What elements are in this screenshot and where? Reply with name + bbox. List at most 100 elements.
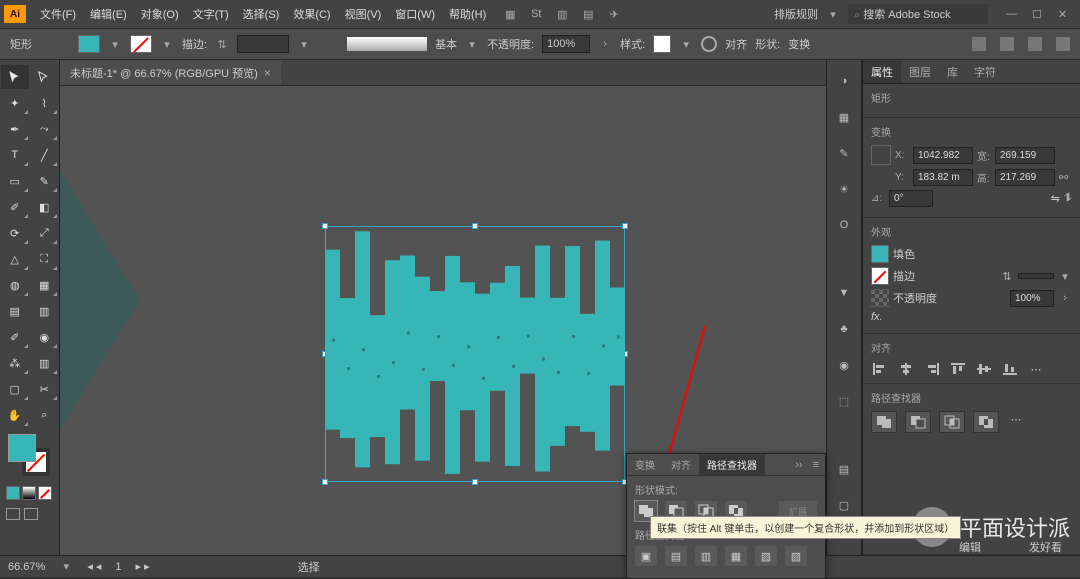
opacity-input[interactable]: 100% <box>542 35 590 53</box>
layout-dropdown-icon[interactable]: ▾ <box>826 7 840 21</box>
symbol-sprayer-tool[interactable]: ⁂ <box>1 351 29 375</box>
hand-tool[interactable]: ✋ <box>1 403 29 427</box>
menu-object[interactable]: 对象(O) <box>135 2 185 26</box>
stroke-dd-icon[interactable]: ▾ <box>160 37 174 51</box>
menu-window[interactable]: 窗口(W) <box>389 2 441 26</box>
pf-exclude-icon[interactable] <box>973 411 999 433</box>
lasso-tool[interactable]: ⌇ <box>31 91 59 115</box>
layout-rules-label[interactable]: 排版规则 <box>774 6 818 22</box>
artboard-index[interactable]: 1 <box>115 561 121 573</box>
magic-wand-tool[interactable]: ✦ <box>1 91 29 115</box>
menu-view[interactable]: 视图(V) <box>339 2 388 26</box>
brush-dd-icon[interactable]: ▾ <box>465 37 479 51</box>
width-tool[interactable]: △ <box>1 247 29 271</box>
shape2-link[interactable]: 形状: <box>755 36 780 52</box>
pf-merge-icon[interactable]: ▥ <box>695 546 717 566</box>
rocket-icon[interactable]: ✈ <box>606 6 622 22</box>
tab-libraries[interactable]: 库 <box>939 60 966 83</box>
window-close-icon[interactable]: ✕ <box>1058 8 1070 20</box>
type-tool[interactable]: T <box>1 143 29 167</box>
pf-more-icon[interactable]: ⋯ <box>1007 411 1025 427</box>
color-panel-icon[interactable]: ◑ <box>835 72 853 90</box>
stroke-swatch-panel[interactable] <box>871 267 889 285</box>
artboards-panel-icon[interactable]: ▢ <box>835 496 853 514</box>
ctrlbar-icon-3[interactable] <box>1028 37 1042 51</box>
tab-properties[interactable]: 属性 <box>863 60 901 83</box>
menu-edit[interactable]: 编辑(E) <box>84 2 133 26</box>
zoom-level[interactable]: 66.67% <box>8 561 45 573</box>
menu-help[interactable]: 帮助(H) <box>443 2 492 26</box>
y-input[interactable]: 183.82 m <box>913 169 973 186</box>
layers-panel-icon[interactable]: ▤ <box>835 460 853 478</box>
arrange-icon[interactable]: ▥ <box>554 6 570 22</box>
scale-tool[interactable]: ⤢ <box>31 221 59 245</box>
pf-trim-icon[interactable]: ▤ <box>665 546 687 566</box>
align-right-icon[interactable] <box>923 361 941 377</box>
perspective-tool[interactable]: ▦ <box>31 273 59 297</box>
free-transform-tool[interactable]: ⛶ <box>31 247 59 271</box>
ctrlbar-icon-4[interactable] <box>1056 37 1070 51</box>
screen-mode-full-icon[interactable] <box>24 508 38 520</box>
fill-stroke-control[interactable] <box>8 434 50 476</box>
appearance-panel-icon[interactable]: ◉ <box>835 356 853 374</box>
opacity-panel-dd-icon[interactable]: › <box>1058 291 1072 305</box>
gradient-panel-icon[interactable]: ▼ <box>835 284 853 302</box>
stroke-weight-stepper-icon[interactable]: ⇅ <box>1000 269 1014 283</box>
pf-tab-pathfinder[interactable]: 路径查找器 <box>699 454 765 475</box>
recolor-icon[interactable] <box>701 36 717 52</box>
search-stock-input[interactable]: ⌕ 搜索 Adobe Stock <box>848 4 988 24</box>
pf-minus-back-icon[interactable]: ▨ <box>785 546 807 566</box>
fill-color-icon[interactable] <box>8 434 36 462</box>
opacity-panel-input[interactable]: 100% <box>1010 290 1054 307</box>
link-wh-icon[interactable]: ⚯ <box>1059 171 1068 184</box>
graphic-styles-panel-icon[interactable]: ⬚ <box>835 392 853 410</box>
curvature-tool[interactable]: ⤳ <box>31 117 59 141</box>
stroke-weight-dd-icon[interactable]: ▾ <box>297 37 311 51</box>
align-vcenter-icon[interactable] <box>975 361 993 377</box>
window-minimize-icon[interactable]: — <box>1006 8 1018 20</box>
transparency-panel-icon[interactable]: ♣ <box>835 320 853 338</box>
blend-tool[interactable]: ◉ <box>31 325 59 349</box>
color-mode-gradient-icon[interactable] <box>22 486 36 500</box>
align-hcenter-icon[interactable] <box>897 361 915 377</box>
style-swatch[interactable] <box>653 35 671 53</box>
paintbrush-tool[interactable]: ✎ <box>31 169 59 193</box>
shape-builder-tool[interactable]: ◍ <box>1 273 29 297</box>
flip-h-icon[interactable]: ⇋ <box>1051 192 1060 205</box>
h-input[interactable]: 217.269 <box>995 169 1055 186</box>
stock-icon[interactable]: St <box>528 6 544 22</box>
gpulabel-icon[interactable]: ▤ <box>580 6 596 22</box>
stroke-panel-icon[interactable]: O <box>835 216 853 234</box>
graph-tool[interactable]: ▥ <box>31 351 59 375</box>
align-link[interactable]: 对齐 <box>725 36 747 52</box>
menu-file[interactable]: 文件(F) <box>34 2 82 26</box>
pen-tool[interactable]: ✒ <box>1 117 29 141</box>
align-bottom-icon[interactable] <box>1001 361 1019 377</box>
align-more-icon[interactable]: ⋯ <box>1027 361 1045 377</box>
flip-v-icon[interactable]: ⥮ <box>1064 192 1072 205</box>
menu-type[interactable]: 文字(T) <box>187 2 235 26</box>
line-tool[interactable]: ╱ <box>31 143 59 167</box>
opacity-swatch-icon[interactable] <box>871 289 889 307</box>
pf-unite-icon[interactable] <box>871 411 897 433</box>
selection-bounding-box[interactable] <box>325 226 625 482</box>
artboard-nav-next-icon[interactable]: ▸ ▸ <box>136 560 150 573</box>
pf-menu-icon[interactable]: ≡ <box>807 459 825 471</box>
align-left-icon[interactable] <box>871 361 889 377</box>
angle-input[interactable]: 0° <box>889 190 933 207</box>
eyedropper-tool[interactable]: ✐ <box>1 325 29 349</box>
pf-divide-icon[interactable]: ▣ <box>635 546 657 566</box>
stroke-stepper-icon[interactable]: ⇅ <box>215 37 229 51</box>
fill-dd-icon[interactable]: ▾ <box>108 37 122 51</box>
pf-intersect-icon[interactable] <box>939 411 965 433</box>
color-mode-fill-icon[interactable] <box>6 486 20 500</box>
reference-point-icon[interactable] <box>871 145 891 165</box>
artwork-bars[interactable] <box>325 226 625 482</box>
shaper-tool[interactable]: ✐ <box>1 195 29 219</box>
menu-select[interactable]: 选择(S) <box>237 2 286 26</box>
stroke-swatch[interactable] <box>130 35 152 53</box>
bridge-icon[interactable]: ▦ <box>502 6 518 22</box>
x-input[interactable]: 1042.982 <box>913 147 973 164</box>
mesh-tool[interactable]: ▤ <box>1 299 29 323</box>
ctrlbar-icon-1[interactable] <box>972 37 986 51</box>
